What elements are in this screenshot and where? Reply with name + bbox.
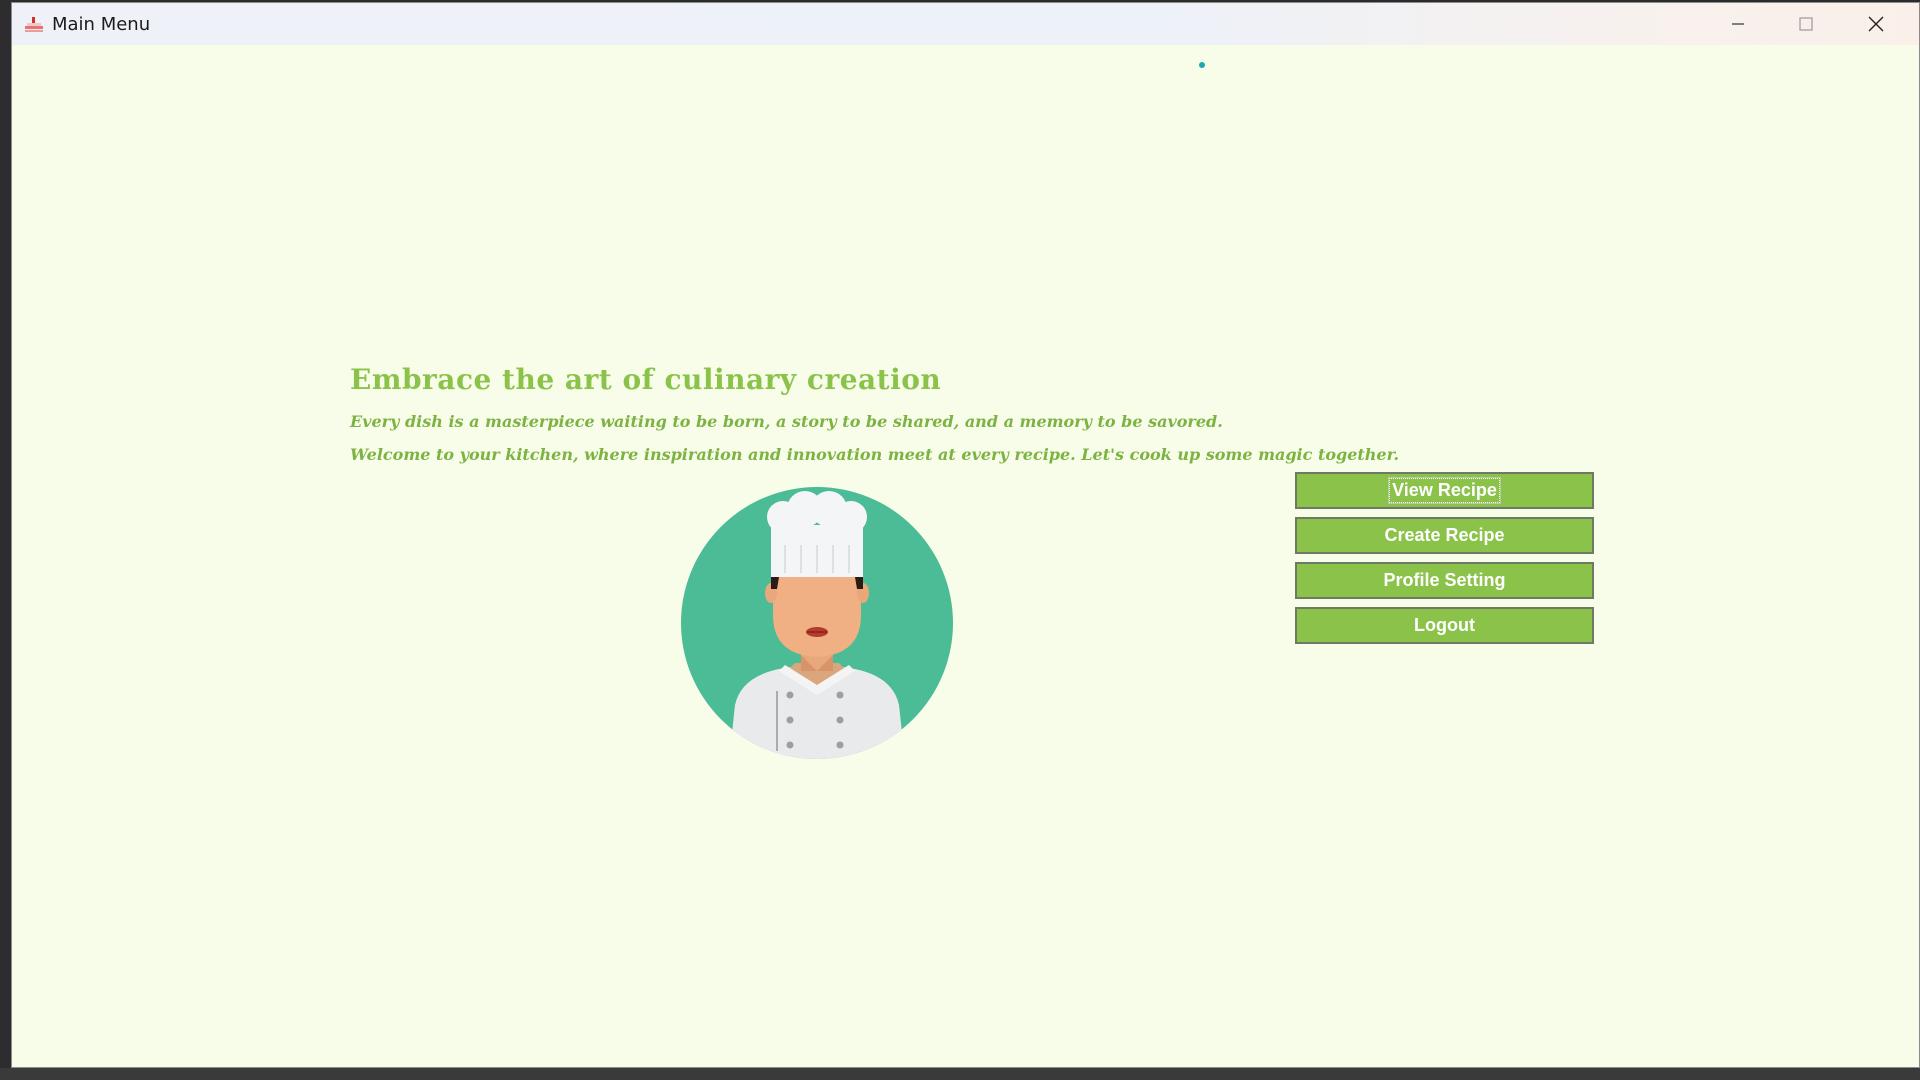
title-bar[interactable]: Main Menu <box>12 3 1919 45</box>
view-recipe-button[interactable]: View Recipe <box>1295 472 1594 509</box>
maximize-button[interactable] <box>1772 3 1840 45</box>
minimize-icon <box>1732 23 1744 25</box>
main-content: Embrace the art of culinary creation Eve… <box>12 45 1919 1067</box>
menu-button-group: View Recipe Create Recipe Profile Settin… <box>1295 472 1594 652</box>
chef-avatar-image <box>681 487 953 759</box>
minimize-button[interactable] <box>1704 3 1772 45</box>
maximize-icon <box>1799 17 1813 31</box>
create-recipe-button[interactable]: Create Recipe <box>1295 517 1594 554</box>
close-icon <box>1868 16 1884 32</box>
logout-label: Logout <box>1414 615 1475 635</box>
page-headline: Embrace the art of culinary creation <box>350 363 942 396</box>
taskbar-strip <box>0 1068 1920 1080</box>
profile-setting-button[interactable]: Profile Setting <box>1295 562 1594 599</box>
close-button[interactable] <box>1842 3 1910 45</box>
main-menu-window: Main Menu Embrace the art of culinary cr… <box>11 2 1920 1068</box>
loading-indicator <box>1199 62 1205 68</box>
create-recipe-label: Create Recipe <box>1384 525 1505 545</box>
logout-button[interactable]: Logout <box>1295 607 1594 644</box>
window-title: Main Menu <box>52 14 151 35</box>
app-icon <box>25 17 43 32</box>
view-recipe-label: View Recipe <box>1388 477 1501 504</box>
profile-setting-label: Profile Setting <box>1383 570 1506 590</box>
tagline-line-1: Every dish is a masterpiece waiting to b… <box>350 412 1223 431</box>
tagline-line-2: Welcome to your kitchen, where inspirati… <box>350 445 1400 464</box>
